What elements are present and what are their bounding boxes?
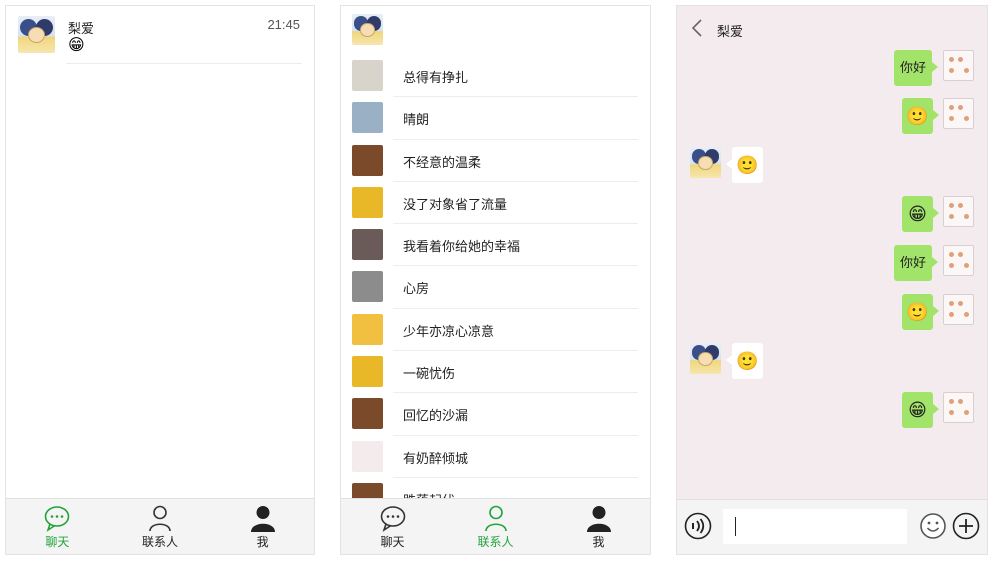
tab-contacts[interactable]: 联系人 <box>444 499 547 554</box>
contact-avatar <box>352 60 383 91</box>
text-caret <box>735 517 736 536</box>
message-input[interactable] <box>723 509 907 544</box>
message-bubble[interactable]: 🙂 <box>726 343 763 379</box>
message-row: 你好 <box>677 50 987 90</box>
divider <box>66 63 302 64</box>
tab-label: 聊天 <box>380 535 405 549</box>
contact-name: 不经意的温柔 <box>403 154 482 170</box>
message-row: 🙂 <box>677 98 987 138</box>
person-outline-icon <box>149 505 171 532</box>
contact-avatar <box>690 343 721 374</box>
conversation-header: 梨爱 <box>677 6 987 50</box>
tab-me[interactable]: 我 <box>547 499 650 554</box>
contact-avatar <box>352 313 383 345</box>
contact-avatar <box>352 186 383 218</box>
message-bubble[interactable]: 😁 <box>902 196 939 232</box>
contact-avatar <box>690 147 721 178</box>
chat-bubble-icon <box>380 506 405 532</box>
my-avatar <box>943 50 974 81</box>
contact-row[interactable]: 有奶醉倾城 <box>341 436 650 478</box>
person-filled-icon <box>586 506 611 532</box>
contact-avatar <box>352 229 383 261</box>
contact-row[interactable]: 一碗忧伤 <box>341 351 650 394</box>
tab-chats[interactable]: 聊天 <box>6 499 109 554</box>
message-row: 🙂 <box>677 294 987 334</box>
my-avatar <box>943 294 974 325</box>
message-row: 😁 <box>677 196 987 236</box>
contact-avatar <box>352 440 383 472</box>
contact-row[interactable]: 少年亦凉心凉意 <box>341 309 650 352</box>
bottom-tab-bar: 聊天 联系人 我 <box>6 498 314 554</box>
message-bubble[interactable]: 🙂 <box>726 147 763 183</box>
my-avatar <box>943 245 974 276</box>
contact-name: 一碗忧伤 <box>403 366 456 382</box>
chat-last-message: 😁 <box>68 37 85 54</box>
contact-name: 有奶醉倾城 <box>403 450 469 466</box>
contact-name: 心房 <box>403 281 430 297</box>
contact-name: 总得有挣扎 <box>403 70 469 85</box>
tab-contacts[interactable]: 联系人 <box>109 499 212 554</box>
message-bubble[interactable]: 你好 <box>894 245 938 281</box>
message-row: 😁 <box>677 392 987 432</box>
bottom-tab-bar: 聊天 联系人 我 <box>341 498 650 554</box>
tab-label: 联系人 <box>142 535 179 549</box>
contact-name: 没了对象省了流量 <box>403 196 508 212</box>
contact-avatar <box>352 271 383 303</box>
message-bubble[interactable]: 你好 <box>894 50 938 86</box>
tab-label: 我 <box>256 535 269 549</box>
my-avatar <box>943 392 974 423</box>
my-avatar[interactable] <box>352 14 383 45</box>
tab-me[interactable]: 我 <box>211 499 314 554</box>
my-avatar <box>943 98 974 129</box>
chat-bubble-icon <box>45 506 70 532</box>
chat-list-item[interactable]: 梨爱 21:45 😁 <box>6 6 314 64</box>
chat-timestamp: 21:45 <box>267 17 300 32</box>
contact-avatar <box>352 398 383 430</box>
person-filled-icon <box>250 506 275 532</box>
contact-row[interactable]: 不经意的温柔 <box>341 140 650 182</box>
message-bubble[interactable]: 🙂 <box>902 98 939 134</box>
message-bubble[interactable]: 🙂 <box>902 294 939 330</box>
plus-icon[interactable] <box>952 512 980 540</box>
message-row: 🙂 <box>677 343 987 383</box>
back-arrow-icon[interactable] <box>690 19 704 37</box>
message-input-bar <box>677 499 987 554</box>
contact-name: 晴朗 <box>403 112 430 128</box>
message-row: 🙂 <box>677 147 987 187</box>
contact-row[interactable]: 没了对象省了流量 <box>341 182 650 225</box>
contact-list: 总得有挣扎 晴朗 不经意的温柔 没了对象省了流量 我看着你给她的幸福 心房 少年… <box>341 55 650 521</box>
contact-row[interactable]: 回忆的沙漏 <box>341 393 650 436</box>
emoji-icon[interactable] <box>919 512 947 540</box>
contact-row[interactable]: 我看着你给她的幸福 <box>341 224 650 267</box>
contact-avatar <box>352 144 383 176</box>
message-row: 你好 <box>677 245 987 285</box>
chats-screen: 梨爱 21:45 😁 聊天 联系人 我 <box>5 5 315 555</box>
my-avatar <box>943 196 974 227</box>
contact-name: 少年亦凉心凉意 <box>403 323 495 339</box>
person-outline-icon <box>484 505 507 532</box>
contact-avatar <box>352 356 383 388</box>
contact-avatar <box>352 102 383 134</box>
conversation-title: 梨爱 <box>717 24 744 39</box>
contact-avatar <box>18 16 55 53</box>
chat-contact-name: 梨爱 <box>68 21 95 36</box>
tab-label: 我 <box>592 535 605 549</box>
tab-chats[interactable]: 聊天 <box>341 499 444 554</box>
conversation-screen: 梨爱 你好 🙂 🙂 😁 你好 🙂 🙂 😁 <box>676 5 988 555</box>
contact-name: 我看着你给她的幸福 <box>403 239 521 255</box>
contact-row[interactable]: 晴朗 <box>341 97 650 140</box>
tab-label: 联系人 <box>477 535 514 549</box>
contact-row[interactable]: 心房 <box>341 266 650 309</box>
contact-row[interactable]: 总得有挣扎 <box>341 55 650 98</box>
message-bubble[interactable]: 😁 <box>902 392 939 428</box>
contact-name: 回忆的沙漏 <box>403 408 469 424</box>
voice-icon[interactable] <box>684 512 712 540</box>
tab-label: 聊天 <box>45 535 70 549</box>
contacts-screen: 总得有挣扎 晴朗 不经意的温柔 没了对象省了流量 我看着你给她的幸福 心房 少年… <box>340 5 651 555</box>
